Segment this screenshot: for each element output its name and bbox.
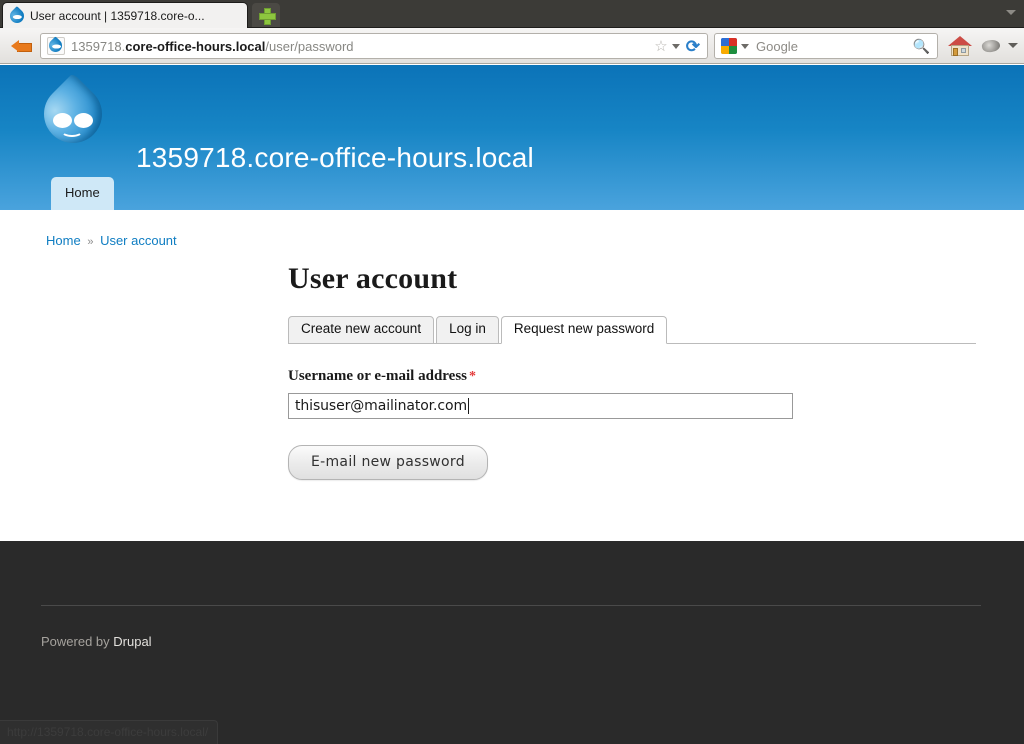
url-path: /user/password xyxy=(265,38,354,54)
search-bar[interactable]: Google 🔍 xyxy=(714,33,938,59)
tab-log-in[interactable]: Log in xyxy=(436,316,499,344)
tab-create-new-account[interactable]: Create new account xyxy=(288,316,435,344)
bookmark-chevron-down-icon[interactable] xyxy=(671,43,680,49)
drupal-link[interactable]: Drupal xyxy=(113,634,151,649)
browser-status-bar: http://1359718.core-office-hours.local/ xyxy=(0,720,219,744)
url-host: core-office-hours.local xyxy=(125,38,266,54)
drupal-droplet-icon xyxy=(7,5,27,26)
home-button[interactable] xyxy=(948,34,972,58)
text-cursor xyxy=(468,398,469,414)
page-title: User account xyxy=(288,262,458,295)
site-favicon-icon xyxy=(46,36,65,55)
search-engine-chevron-down-icon[interactable] xyxy=(741,43,749,49)
breadcrumb: Home » User account xyxy=(46,233,177,248)
username-field-label: Username or e-mail address * xyxy=(288,368,976,385)
content-area: Home » User account User account Create … xyxy=(0,210,1024,541)
main-column: User account Create new account Log in R… xyxy=(288,210,976,480)
back-arrow-icon xyxy=(11,39,32,53)
breadcrumb-item-home[interactable]: Home xyxy=(46,233,81,248)
extension-icon[interactable] xyxy=(980,38,1002,54)
new-tab-button[interactable] xyxy=(252,3,280,27)
search-icon[interactable]: 🔍 xyxy=(913,38,930,55)
username-label-text: Username or e-mail address xyxy=(288,368,468,384)
browser-navigation-bar: 1359718.core-office-hours.local/user/pas… xyxy=(0,28,1024,64)
reload-icon[interactable]: ⟳ xyxy=(686,38,700,55)
footer-divider xyxy=(41,605,981,606)
main-menu: Home xyxy=(51,177,114,210)
username-or-email-input[interactable]: thisuser@mailinator.com xyxy=(288,393,793,419)
powered-by-prefix: Powered by xyxy=(41,634,114,649)
toolbar-overflow-chevron-down-icon[interactable] xyxy=(1008,43,1018,48)
email-new-password-button[interactable]: E-mail new password xyxy=(288,445,488,480)
username-input-value: thisuser@mailinator.com xyxy=(295,398,467,414)
breadcrumb-separator: » xyxy=(87,236,94,248)
account-tabs: Create new account Log in Request new pa… xyxy=(288,316,976,344)
bookmark-star-icon[interactable]: ☆ xyxy=(654,39,667,54)
required-marker: * xyxy=(469,369,477,384)
back-button[interactable] xyxy=(8,34,34,58)
google-icon xyxy=(721,38,737,54)
address-bar-url: 1359718.core-office-hours.local/user/pas… xyxy=(71,39,650,54)
page-viewport: 1359718.core-office-hours.local Home Hom… xyxy=(0,65,1024,744)
address-bar[interactable]: 1359718.core-office-hours.local/user/pas… xyxy=(40,33,708,59)
browser-tab-title: User account | 1359718.core-o... xyxy=(30,8,205,23)
url-prefix: 1359718. xyxy=(71,38,126,54)
search-input[interactable]: Google xyxy=(756,39,913,54)
site-footer: Powered by Drupal xyxy=(0,541,1024,744)
menu-item-home[interactable]: Home xyxy=(51,177,114,210)
breadcrumb-item-user-account[interactable]: User account xyxy=(100,233,177,248)
plus-icon xyxy=(258,7,276,25)
powered-by-text: Powered by Drupal xyxy=(41,634,152,649)
site-name[interactable]: 1359718.core-office-hours.local xyxy=(136,142,534,174)
site-logo[interactable] xyxy=(31,72,115,156)
tab-list-chevron-down-icon[interactable] xyxy=(1006,10,1016,15)
site-header: 1359718.core-office-hours.local Home xyxy=(0,65,1024,210)
browser-tab[interactable]: User account | 1359718.core-o... xyxy=(2,2,248,28)
browser-tab-bar: User account | 1359718.core-o... xyxy=(0,0,1024,28)
tab-request-new-password[interactable]: Request new password xyxy=(500,316,668,344)
